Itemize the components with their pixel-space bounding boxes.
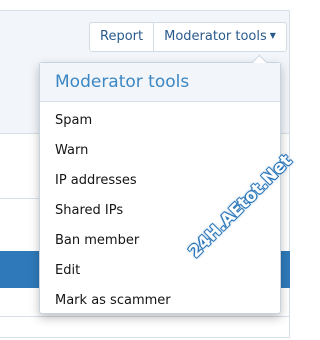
menu-item-spam[interactable]: Spam (40, 106, 280, 136)
menu-title: Moderator tools (40, 63, 280, 102)
report-button-label: Report (100, 29, 144, 44)
list-row (0, 316, 290, 340)
menu-item-ip-addresses[interactable]: IP addresses (40, 166, 280, 196)
divider (0, 198, 40, 199)
moderator-tools-menu: Moderator tools Spam Warn IP addresses S… (39, 54, 281, 316)
menu-list: Spam Warn IP addresses Shared IPs Ban me… (40, 102, 280, 316)
caret-down-icon: ▼ (269, 31, 276, 40)
moderator-tools-button-label: Moderator tools (164, 29, 267, 44)
menu-item-edit[interactable]: Edit (40, 256, 280, 286)
report-button[interactable]: Report (90, 23, 153, 51)
menu-item-shared-ips[interactable]: Shared IPs (40, 196, 280, 226)
menu-item-warn[interactable]: Warn (40, 136, 280, 166)
menu-item-mark-as-scammer[interactable]: Mark as scammer (40, 286, 280, 316)
moderator-tools-button[interactable]: Moderator tools ▼ (153, 23, 286, 51)
menu-item-ban-member[interactable]: Ban member (40, 226, 280, 256)
header-button-group: Report Moderator tools ▼ (89, 22, 287, 52)
